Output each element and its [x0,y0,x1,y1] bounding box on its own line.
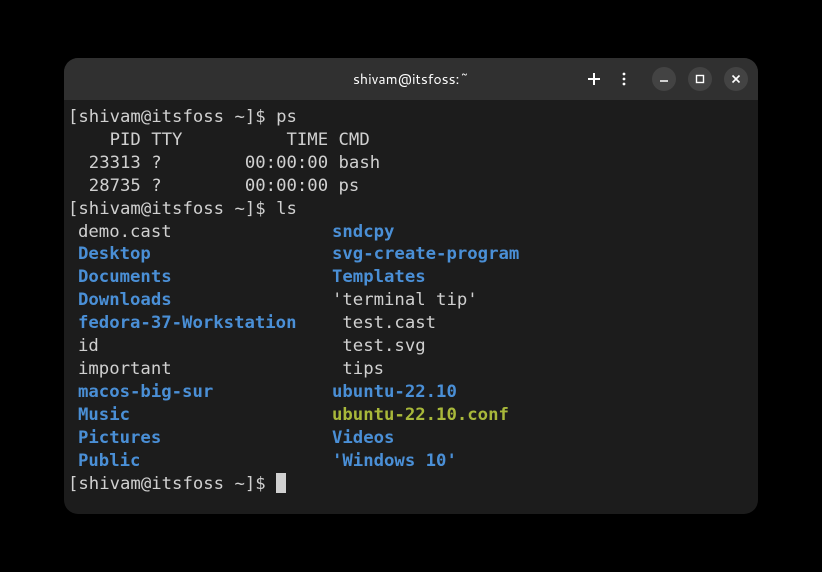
ls-item: ubuntu-22.10 [332,381,754,404]
ls-row: demo.castsndcpy [68,221,754,244]
ls-item: 'terminal tip' [332,289,754,312]
ls-item: Templates [332,266,754,289]
terminal-window: shivam@itsfoss:~ [64,58,758,514]
ls-item: sndcpy [332,221,754,244]
cursor-icon [276,473,286,493]
ls-item: Documents [68,266,332,289]
ls-row: macos-big-surubuntu-22.10 [68,381,754,404]
new-tab-button[interactable] [586,71,602,87]
ls-item: important [68,358,332,381]
ls-row: Musicubuntu-22.10.conf [68,404,754,427]
ls-row: Downloads'terminal tip' [68,289,754,312]
terminal-output[interactable]: [shivam@itsfoss ~]$ ps PID TTY TIME CMD … [64,100,758,501]
ls-item: Downloads [68,289,332,312]
ls-row: Public'Windows 10' [68,450,754,473]
command-ls: ls [276,199,297,219]
ps-header: PID TTY TIME CMD [68,130,370,150]
ps-row: 28735 ? 00:00:00 ps [68,176,359,196]
prompt-line-3: [shivam@itsfoss ~]$ [68,474,276,494]
ls-item: Music [68,404,332,427]
ls-item: test.cast [332,312,754,335]
ls-item: id [68,335,332,358]
ls-item: demo.cast [68,221,332,244]
ps-row: 23313 ? 00:00:00 bash [68,153,380,173]
ls-item: svg-create-program [332,243,754,266]
ls-row: Desktopsvg-create-program [68,243,754,266]
ls-row: PicturesVideos [68,427,754,450]
ls-item: tips [332,358,754,381]
ls-item: ubuntu-22.10.conf [332,404,754,427]
window-controls [652,67,748,91]
ls-item: Videos [332,427,754,450]
ls-item: test.svg [332,335,754,358]
command-ps: ps [276,107,297,127]
ls-row: DocumentsTemplates [68,266,754,289]
ls-listing: demo.castsndcpyDesktopsvg-create-program… [68,221,754,473]
prompt-line-1: [shivam@itsfoss ~]$ ps [68,107,297,127]
ls-item: fedora-37-Workstation [68,312,332,335]
ls-item: Desktop [68,243,332,266]
menu-button[interactable] [616,71,632,87]
titlebar: shivam@itsfoss:~ [64,58,758,100]
ls-item: Pictures [68,427,332,450]
ls-item: Public [68,450,332,473]
ls-item: 'Windows 10' [332,450,754,473]
ls-row: id test.svg [68,335,754,358]
window-title: shivam@itsfoss:~ [353,69,469,89]
ls-row: important tips [68,358,754,381]
ls-item: macos-big-sur [68,381,332,404]
maximize-button[interactable] [688,67,712,91]
titlebar-controls [586,67,748,91]
prompt-line-2: [shivam@itsfoss ~]$ ls [68,199,297,219]
ls-row: fedora-37-Workstation test.cast [68,312,754,335]
close-button[interactable] [724,67,748,91]
minimize-button[interactable] [652,67,676,91]
